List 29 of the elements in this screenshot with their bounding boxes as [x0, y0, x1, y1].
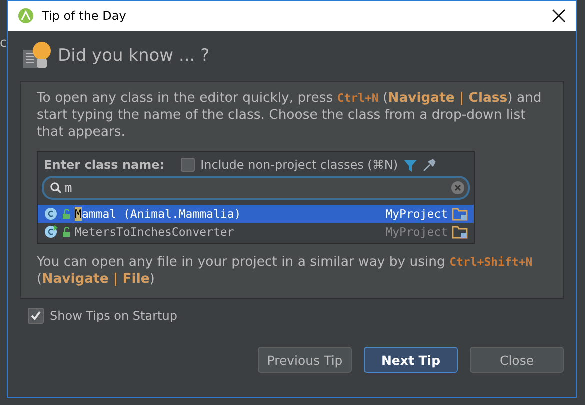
- module-name: MyProject: [386, 207, 448, 221]
- tip-text: To open any class in the editor quickly, press Ctrl+N (Navigate | Class) and start typing the name of the class. Choose the class from a drop-down list that appears.: [37, 90, 543, 141]
- result-row[interactable]: MetersToInchesConverter MyProject: [38, 223, 474, 241]
- unlocked-icon: [62, 209, 71, 219]
- show-tips-checkbox[interactable]: [28, 308, 44, 324]
- module-name: MyProject: [386, 225, 448, 239]
- dialog-button[interactable]: Close: [470, 347, 564, 373]
- enter-class-label: Enter class name:: [44, 158, 165, 172]
- show-tips-label: Show Tips on Startup: [50, 309, 178, 323]
- clear-icon[interactable]: [451, 181, 465, 195]
- include-checkbox[interactable]: [180, 158, 195, 172]
- class-name: Mammal (Animal.Mammalia): [75, 207, 242, 221]
- result-row[interactable]: Mammal (Animal.Mammalia) MyProject: [38, 205, 474, 223]
- filter-icon[interactable]: [404, 158, 418, 172]
- folder-icon: [452, 208, 468, 220]
- tip-text: You can open any file in your project in a similar way by using Ctrl+Shift+N (Navigate | File): [37, 254, 534, 288]
- background-text: c: [0, 36, 8, 51]
- search-field[interactable]: m: [42, 176, 470, 200]
- unlocked-icon: [62, 227, 71, 237]
- class-name: MetersToInchesConverter: [75, 225, 236, 239]
- dialog-button[interactable]: Previous Tip: [258, 347, 352, 373]
- close-icon[interactable]: [552, 9, 566, 23]
- window-title: Tip of the Day: [42, 9, 128, 23]
- pin-icon[interactable]: [423, 158, 436, 172]
- dialog-button[interactable]: Next Tip: [364, 347, 458, 373]
- search-icon: [50, 182, 62, 194]
- include-label: Include non-project classes (⌘N): [200, 158, 398, 172]
- folder-icon: [452, 226, 468, 238]
- tip-heading: Did you know ... ?: [58, 46, 210, 66]
